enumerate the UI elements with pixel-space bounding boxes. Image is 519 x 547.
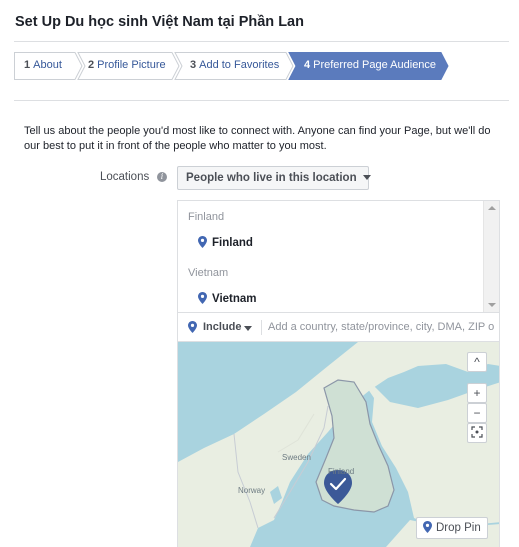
location-search-input[interactable] — [268, 317, 496, 337]
map-pin-icon — [198, 236, 207, 248]
intro-text: Tell us about the people you'd most like… — [24, 125, 491, 152]
location-map[interactable]: Sweden Norway Finland ^ + − Drop Pin — [177, 342, 500, 547]
zoom-in-button[interactable]: + — [467, 383, 487, 403]
selected-location-item[interactable]: Vietnam — [198, 292, 257, 305]
selected-location-item[interactable]: Finland — [198, 236, 253, 249]
map-label-norway: Norway — [238, 486, 266, 495]
scroll-up-icon[interactable] — [488, 206, 496, 210]
map-pin-icon — [423, 521, 432, 533]
step-add-to-favorites[interactable]: 3 Add to Favorites — [190, 52, 279, 80]
title-divider — [14, 41, 509, 42]
location-search-bar: Include — [177, 312, 500, 342]
step-about[interactable]: 1 About — [24, 52, 62, 80]
location-type-value: People who live in this location — [186, 172, 357, 184]
info-icon[interactable]: i — [157, 172, 167, 182]
page-title: Set Up Du học sinh Việt Nam tại Phần Lan — [15, 14, 304, 30]
chevron-down-icon[interactable] — [244, 326, 252, 331]
fullscreen-button[interactable] — [467, 423, 487, 443]
map-pin-icon — [188, 321, 197, 333]
selected-locations-list: Finland Finland Vietnam Vietnam — [177, 200, 500, 312]
map-collapse-button[interactable]: ^ — [467, 352, 487, 372]
map-label-finland: Finland — [328, 467, 355, 476]
setup-steps: 1 About 2 Profile Picture 3 Add to Favorite… — [14, 52, 454, 80]
location-type-dropdown[interactable]: People who live in this location — [177, 166, 371, 190]
step-preferred-page-audience[interactable]: 4 Preferred Page Audience — [304, 52, 436, 80]
section-divider — [14, 100, 509, 101]
scroll-down-icon[interactable] — [488, 303, 496, 307]
divider — [261, 320, 262, 335]
fullscreen-icon — [471, 426, 483, 438]
drop-pin-button[interactable]: Drop Pin — [416, 517, 488, 539]
include-dropdown[interactable]: Include — [203, 321, 242, 333]
drop-pin-label: Drop Pin — [436, 522, 481, 534]
zoom-out-button[interactable]: − — [467, 403, 487, 423]
map-pin-icon — [198, 292, 207, 304]
chevron-down-icon — [362, 175, 371, 181]
locations-label: Locations — [100, 171, 150, 183]
location-group-heading: Finland — [188, 211, 225, 223]
map-label-sweden: Sweden — [282, 453, 311, 462]
location-group-heading: Vietnam — [188, 267, 229, 279]
list-scrollbar[interactable] — [483, 201, 499, 312]
step-profile-picture[interactable]: 2 Profile Picture — [88, 52, 166, 80]
